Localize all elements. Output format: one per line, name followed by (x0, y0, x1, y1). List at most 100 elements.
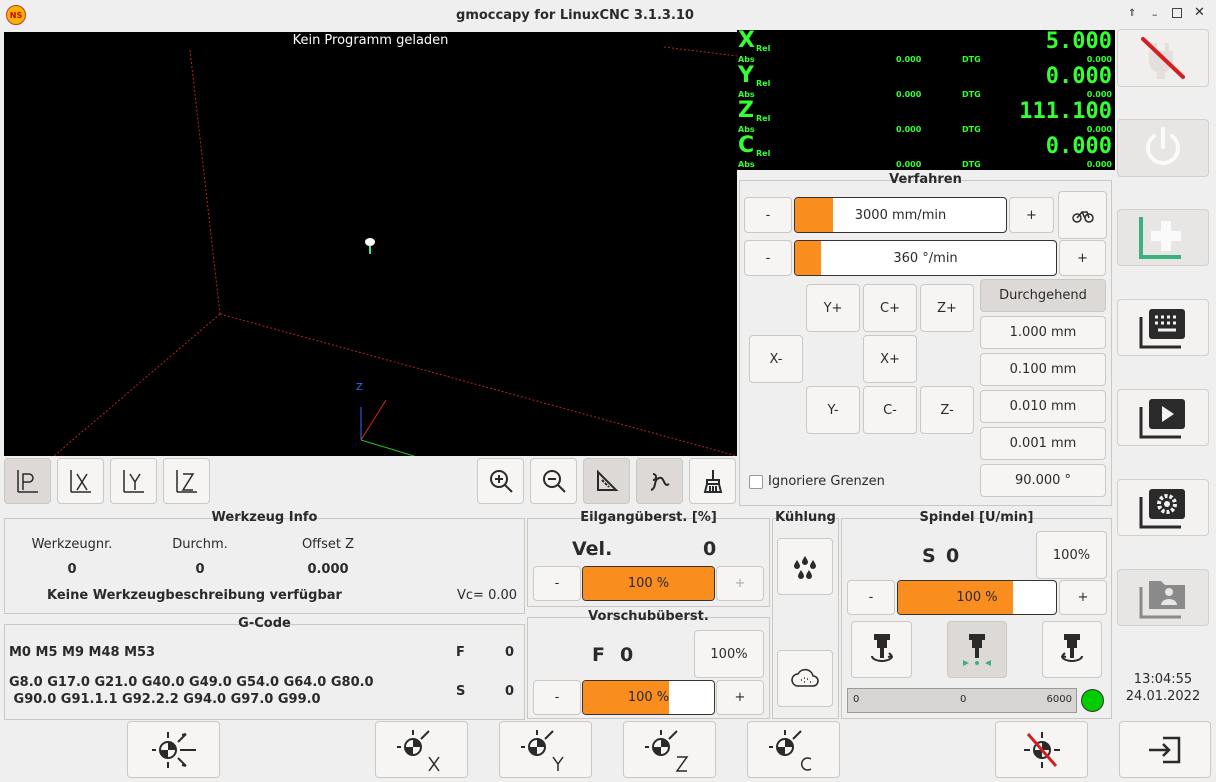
turtle-jog-button[interactable] (1058, 191, 1107, 239)
view-y-button[interactable] (110, 458, 157, 504)
increment-90deg[interactable]: 90.000 ° (980, 464, 1106, 497)
mist-coolant-button[interactable] (777, 650, 833, 707)
jog-speed-minus[interactable]: - (744, 197, 792, 233)
angular-speed-plus[interactable]: + (1059, 240, 1106, 276)
estop-plug-icon (1141, 37, 1185, 79)
zoom-in-button[interactable] (477, 458, 524, 504)
rapid-override-bar[interactable]: 100 % (582, 566, 715, 601)
spindle-minus[interactable]: - (847, 580, 895, 615)
spindle-reset-button[interactable]: 100% (1036, 531, 1107, 579)
home-all-button[interactable] (1117, 209, 1209, 266)
jog-x-minus[interactable]: X- (749, 335, 803, 383)
jog-speed-plus[interactable]: + (1009, 197, 1054, 233)
spindle-forward-button[interactable] (851, 621, 912, 678)
spindle-plus[interactable]: + (1059, 580, 1107, 615)
dro-c[interactable]: C Rel Abs 0.000 DTG 0.000 0.000 (738, 133, 1114, 170)
preview-axis-z-label: Z (356, 382, 363, 393)
rapid-vel-value: 0 (703, 538, 717, 560)
view-x-button[interactable] (57, 458, 104, 504)
dro-x[interactable]: X Rel Abs 0.000 DTG 0.000 5.000 (738, 28, 1114, 65)
user-tabs-button[interactable] (1117, 569, 1209, 626)
gcode-preview[interactable]: Kein Programm geladen Z (4, 32, 737, 456)
spindle-reverse-button[interactable] (1042, 621, 1102, 678)
feed-minus[interactable]: - (533, 680, 581, 715)
dro-y[interactable]: Y Rel Abs 0.000 DTG 0.000 0.000 (738, 63, 1114, 100)
angular-speed-minus[interactable]: - (744, 240, 792, 276)
estop-button[interactable] (1117, 29, 1209, 87)
rapid-plus[interactable]: + (716, 566, 764, 601)
increment-continuous[interactable]: Durchgehend (980, 279, 1106, 312)
touch-off-y-button[interactable] (499, 721, 592, 778)
exit-button[interactable] (1119, 721, 1211, 778)
jog-y-minus[interactable]: Y- (806, 386, 860, 434)
window-title: gmoccapy for LinuxCNC 3.1.3.10 (456, 8, 694, 23)
tool-diameter-value: 0 (195, 562, 205, 577)
zoom-out-button[interactable] (530, 458, 577, 504)
spindle-stop-button[interactable] (947, 621, 1007, 678)
clear-plot-button[interactable] (689, 458, 736, 504)
settings-button[interactable] (1117, 479, 1209, 536)
tool-offset-header: Offset Z (301, 537, 355, 552)
jog-speed-bar[interactable]: 3000 mm/min (794, 197, 1007, 233)
show-dimensions-button[interactable] (583, 458, 630, 504)
feed-override-bar[interactable]: 100 % (582, 680, 715, 715)
jog-z-minus[interactable]: Z- (920, 386, 974, 434)
feed-plus[interactable]: + (716, 680, 764, 715)
gcode-s-value: 0 (505, 684, 515, 699)
close-icon[interactable]: ✕ (1194, 5, 1206, 20)
bicycle-icon (1071, 211, 1094, 223)
increment-1mm[interactable]: 1.000 mm (980, 316, 1106, 349)
zero-offsets-button[interactable] (995, 721, 1088, 778)
flood-drops-icon (794, 555, 816, 579)
cutting-speed: Vc= 0.00 (457, 588, 518, 603)
view-y-icon (122, 470, 144, 493)
view-z-button[interactable] (163, 458, 210, 504)
auto-mode-button[interactable] (1117, 389, 1209, 446)
mist-cloud-icon (791, 668, 819, 687)
view-p-button[interactable] (4, 458, 51, 504)
keep-above-icon[interactable]: ⇑ (1128, 8, 1140, 20)
increment-0-01mm[interactable]: 0.010 mm (980, 390, 1106, 423)
machine-power-button[interactable] (1117, 119, 1209, 177)
keyboard-icon (1139, 308, 1185, 348)
touch-off-x-icon (396, 729, 440, 771)
jog-c-minus[interactable]: C- (863, 386, 917, 434)
increment-0-1mm[interactable]: 0.100 mm (980, 353, 1106, 386)
show-toolpath-button[interactable] (636, 458, 683, 504)
active-mcodes: M0 M5 M9 M48 M53 (9, 645, 156, 660)
minimize-icon[interactable]: – (1152, 8, 1164, 21)
scale-max-label: 6000 (1046, 694, 1072, 705)
rapid-vel-label: Vel. (572, 538, 613, 560)
zoom-in-icon (489, 470, 513, 493)
touch-off-c-button[interactable] (747, 721, 840, 778)
dro-z[interactable]: Z Rel Abs 0.000 DTG 0.000 111.100 (738, 98, 1114, 135)
mdi-mode-button[interactable] (1117, 299, 1209, 356)
rapid-minus[interactable]: - (533, 566, 581, 601)
jog-z-plus[interactable]: Z+ (920, 284, 974, 332)
broom-icon (703, 470, 722, 493)
angular-speed-bar[interactable]: 360 °/min (794, 240, 1057, 276)
clock-date: 24.01.2022 (1125, 689, 1201, 704)
touch-off-x-button[interactable] (375, 721, 468, 778)
jog-c-plus[interactable]: C+ (863, 284, 917, 332)
view-z-icon (175, 470, 197, 493)
increment-0-001mm[interactable]: 0.001 mm (980, 427, 1106, 460)
preview-boundary-lines (53, 46, 737, 456)
feed-reset-button[interactable]: 100% (694, 630, 764, 678)
ignore-limits-checkbox[interactable] (749, 475, 763, 489)
home-axes-icon (1139, 216, 1181, 259)
touch-off-all-button[interactable] (127, 721, 220, 778)
user-folder-icon (1139, 580, 1185, 618)
spindle-override-bar[interactable]: 100 % (897, 580, 1057, 615)
flood-coolant-button[interactable] (777, 538, 833, 595)
view-p-icon (16, 470, 38, 493)
play-program-icon (1139, 398, 1185, 438)
touch-off-z-button[interactable] (623, 721, 716, 778)
tool-number-value: 0 (67, 562, 77, 577)
maximize-icon[interactable] (1172, 8, 1182, 18)
gcode-f-value: 0 (505, 645, 515, 660)
gcode-s-label: S (456, 684, 466, 699)
feed-override-title: Vorschubüberst. (588, 609, 709, 624)
jog-y-plus[interactable]: Y+ (806, 284, 860, 332)
jog-x-plus[interactable]: X+ (863, 335, 917, 383)
